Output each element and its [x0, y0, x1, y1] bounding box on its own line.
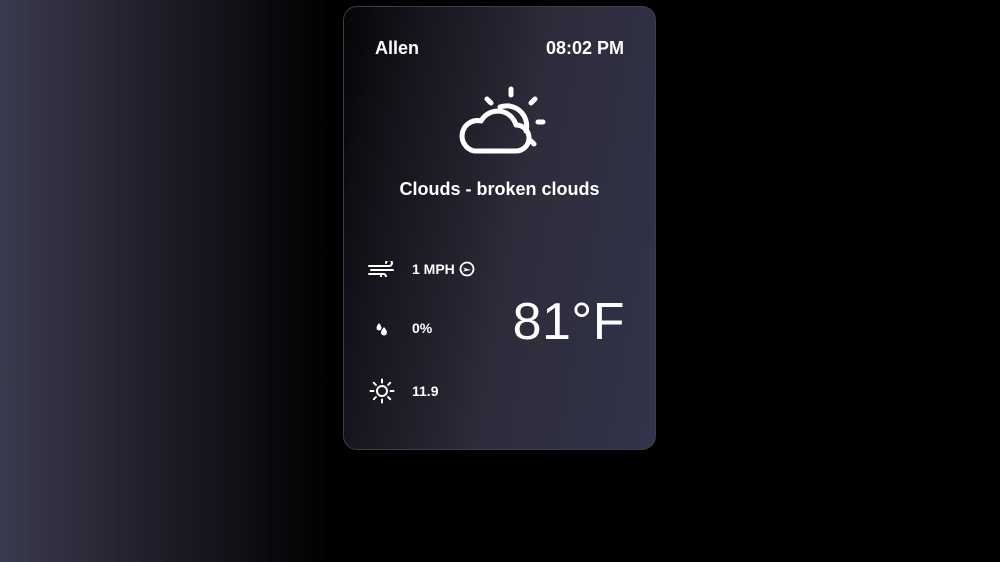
- weather-card: Allen 08:02 PM Clouds - broken clouds 1 …: [343, 6, 656, 450]
- condition-description: Clouds - broken clouds: [399, 179, 600, 199]
- sun-icon: [368, 378, 396, 404]
- wind-icon: [368, 258, 396, 280]
- precipitation-value: 0%: [412, 320, 433, 336]
- wind-direction-icon: [459, 261, 475, 277]
- raindrops-icon: [368, 317, 396, 339]
- current-time: 08:02 PM: [545, 38, 624, 58]
- wind-speed: 1 MPH: [412, 261, 455, 277]
- uv-index-value: 11.9: [412, 383, 439, 399]
- wind-stat: 1 MPH: [368, 258, 475, 280]
- temperature: 81°F: [512, 293, 625, 351]
- card-header: Allen 08:02 PM: [375, 38, 624, 59]
- precipitation-stat: 0%: [368, 317, 432, 339]
- partly-cloudy-icon: [459, 86, 546, 154]
- uv-stat: 11.9: [368, 378, 439, 404]
- city-name: Allen: [375, 38, 420, 58]
